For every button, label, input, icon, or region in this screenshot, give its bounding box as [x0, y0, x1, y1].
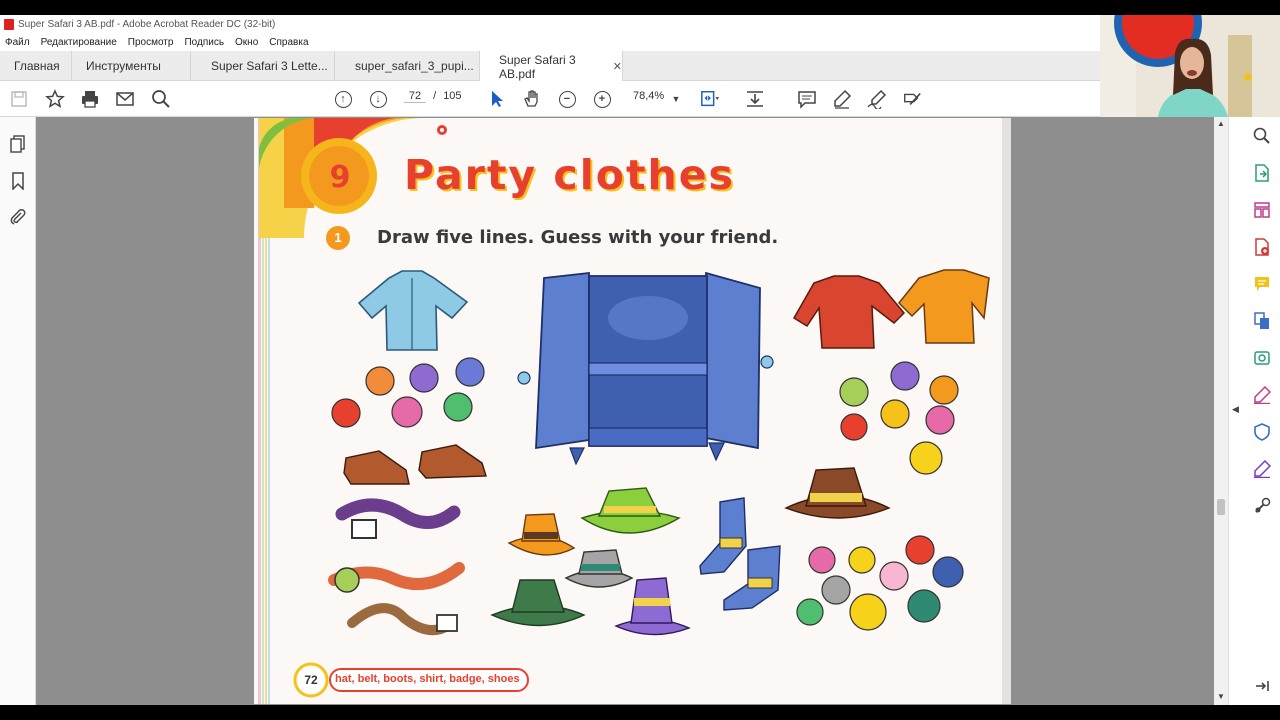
email-icon[interactable] [115, 89, 135, 109]
page-total: 105 [443, 90, 462, 102]
right-tools-panel: ◀ [1228, 117, 1280, 705]
menu-file[interactable]: Файл [5, 37, 30, 48]
page-navigator: 72 / 105 [404, 90, 462, 103]
scroll-down-icon[interactable]: ▼ [1217, 692, 1225, 701]
protect-icon[interactable] [1253, 423, 1271, 441]
scroll-up-icon[interactable]: ▲ [1217, 119, 1225, 128]
letterbox-top [0, 0, 1280, 15]
highlight-pen-icon[interactable] [832, 89, 852, 109]
tab-label: Super Safari 3 AB.pdf [499, 52, 576, 81]
select-cursor-icon[interactable] [487, 89, 507, 109]
zoom-in-icon[interactable]: + [592, 89, 612, 109]
tab-label: Super Safari 3 Lette... [211, 59, 328, 73]
menu-edit[interactable]: Редактирование [41, 37, 117, 48]
menu-sign[interactable]: Подпись [184, 37, 224, 48]
exercise-instruction: Draw five lines. Guess with your friend. [377, 227, 779, 248]
zoom-icon[interactable] [1253, 127, 1271, 145]
export-pdf-icon[interactable] [1253, 164, 1271, 182]
letterbox-bottom [0, 705, 1280, 720]
acrobat-logo-icon [4, 19, 14, 30]
menu-bar: Файл Редактирование Просмотр Подпись Окн… [0, 34, 1100, 51]
fit-page-icon[interactable] [700, 89, 720, 109]
pages-icon[interactable] [9, 135, 27, 158]
menu-window[interactable]: Окно [235, 37, 258, 48]
search-icon[interactable] [151, 89, 171, 109]
page-separator: / [433, 90, 437, 102]
tab-document-letters[interactable]: Super Safari 3 Lette... [191, 51, 335, 81]
tab-home[interactable]: Главная [0, 51, 72, 81]
acrobat-window: Super Safari 3 AB.pdf - Adobe Acrobat Re… [0, 0, 1280, 720]
right-panel-toggle-icon[interactable]: ◀ [1232, 404, 1239, 415]
tab-bar: Главная Инструменты Super Safari 3 Lette… [0, 51, 1280, 82]
tab-tools[interactable]: Инструменты [72, 51, 191, 81]
tab-tools-label: Инструменты [86, 59, 161, 73]
attachment-icon[interactable] [9, 208, 27, 231]
window-title: Super Safari 3 AB.pdf - Adobe Acrobat Re… [18, 19, 276, 30]
zoom-value[interactable]: 78,4% [633, 90, 664, 102]
scroll-thumb[interactable] [1217, 499, 1225, 515]
vertical-scrollbar[interactable]: ▲ ▼ [1214, 117, 1228, 705]
title-bar: Super Safari 3 AB.pdf - Adobe Acrobat Re… [0, 15, 1100, 34]
left-navigation-rail: ◀ [0, 117, 46, 705]
print-icon[interactable] [80, 89, 100, 109]
menu-help[interactable]: Справка [269, 37, 308, 48]
webcam-overlay [1100, 15, 1280, 117]
comment-panel-icon[interactable] [1253, 275, 1271, 293]
zoom-dropdown-chevron-icon[interactable]: ▼ [666, 89, 686, 109]
collapse-panel-icon[interactable] [1253, 677, 1271, 695]
vocabulary-footer: hat, belt, boots, shirt, badge, shoes [335, 673, 520, 685]
scan-icon[interactable] [1253, 349, 1271, 367]
more-tools-icon[interactable] [1253, 497, 1271, 515]
close-tab-icon[interactable]: ✕ [613, 60, 622, 73]
bookmark-star-icon[interactable] [45, 89, 65, 109]
zoom-out-icon[interactable]: − [557, 89, 577, 109]
bookmark-icon[interactable] [10, 172, 26, 195]
create-pdf-icon[interactable] [1253, 238, 1271, 256]
page-number-label: 72 [304, 673, 318, 687]
fill-sign-icon[interactable] [1253, 386, 1271, 404]
next-page-icon[interactable]: ↓ [368, 89, 388, 109]
comment-icon[interactable] [797, 89, 817, 109]
toolbar: ↑ ↓ − + ▼ [0, 81, 1240, 117]
tab-home-label: Главная [14, 59, 60, 73]
page-number-input[interactable]: 72 [404, 90, 426, 103]
tab-label: super_safari_3_pupi... [355, 59, 474, 73]
previous-page-icon[interactable]: ↑ [333, 89, 353, 109]
edit-pen-icon[interactable] [1253, 460, 1271, 478]
fill-sign-tool-icon[interactable] [902, 89, 922, 109]
tab-document-ab[interactable]: Super Safari 3 AB.pdf ✕ [480, 51, 623, 82]
sign-icon[interactable] [867, 89, 887, 109]
unit-number: 9 [329, 160, 351, 195]
save-icon[interactable] [9, 89, 29, 109]
exercise-number: 1 [334, 230, 342, 245]
combine-files-icon[interactable] [1253, 312, 1271, 330]
tab-document-pupils[interactable]: super_safari_3_pupi... [335, 51, 480, 81]
scroll-mode-icon[interactable] [745, 89, 765, 109]
page-heading: Party clothes [404, 151, 735, 199]
pdf-page: 9 Party clothes 1 Draw five lines. Guess… [254, 118, 1011, 704]
organize-pages-icon[interactable] [1253, 201, 1271, 219]
menu-view[interactable]: Просмотр [128, 37, 174, 48]
hand-tool-icon[interactable] [522, 89, 542, 109]
